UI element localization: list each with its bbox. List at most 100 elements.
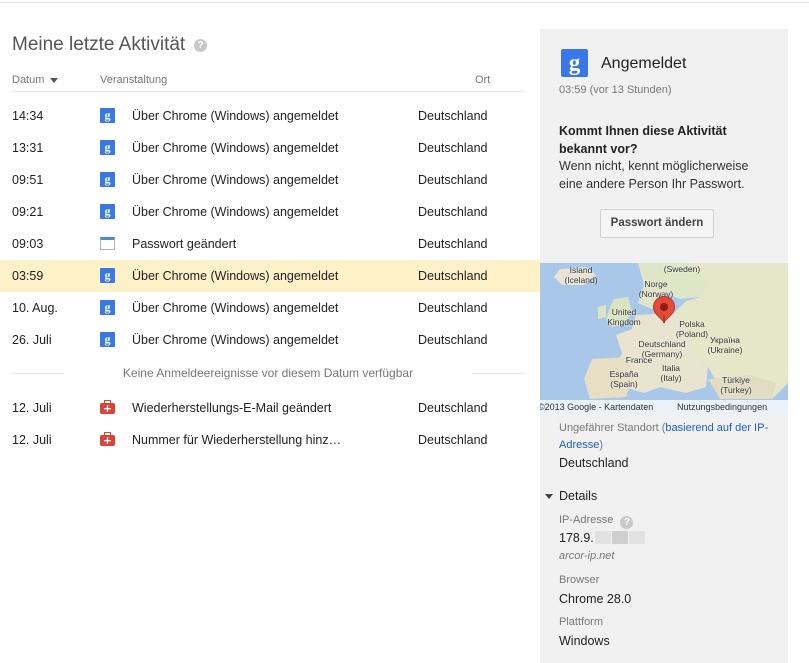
map-terms-link[interactable]: Nutzungsbedingungen <box>677 400 767 414</box>
google-icon: g <box>100 300 115 315</box>
table-row[interactable]: 14:34 g Über Chrome (Windows) angemeldet… <box>0 100 540 132</box>
row-location: Deutschland <box>418 401 488 415</box>
page-title: Meine letzte Aktivität ? <box>12 34 208 56</box>
google-icon: g <box>100 172 115 187</box>
location-label-end: ) <box>599 439 604 451</box>
browser-value: Chrome 28.0 <box>559 592 632 606</box>
table-row[interactable]: 10. Aug. g Über Chrome (Windows) angemel… <box>0 292 540 324</box>
help-icon[interactable]: ? <box>194 38 208 52</box>
row-event: Wiederherstellungs-E-Mail geändert <box>132 401 332 415</box>
column-header-event: Veranstaltung <box>100 74 168 86</box>
row-event: Über Chrome (Windows) angemeldet <box>132 205 339 219</box>
password-icon <box>100 236 115 250</box>
row-location: Deutschland <box>418 109 488 123</box>
row-time: 09:03 <box>12 237 44 251</box>
chevron-down-icon <box>545 493 553 499</box>
top-divider <box>0 2 809 3</box>
panel-title: Angemeldet <box>601 55 687 72</box>
google-icon: g <box>100 108 115 123</box>
row-time: 09:21 <box>12 205 44 219</box>
table-row[interactable]: 09:51 g Über Chrome (Windows) angemeldet… <box>0 164 540 196</box>
table-row[interactable]: 13:31 g Über Chrome (Windows) angemeldet… <box>0 132 540 164</box>
row-event: Über Chrome (Windows) angemeldet <box>132 301 339 315</box>
separator-line-right <box>472 373 524 374</box>
row-location: Deutschland <box>418 141 488 155</box>
row-time: 14:34 <box>12 109 44 123</box>
row-event: Über Chrome (Windows) angemeldet <box>132 109 339 123</box>
row-location: Deutschland <box>418 205 488 219</box>
recovery-icon <box>100 432 115 448</box>
sort-down-icon <box>50 78 59 83</box>
row-time: 10. Aug. <box>12 301 58 315</box>
map-label-spain: España (Spain) <box>609 369 639 389</box>
row-time: 12. Juli <box>12 433 52 447</box>
row-event: Nummer für Wiederherstellung hinz… <box>132 433 342 447</box>
ip-label-text: IP-Adresse <box>559 514 614 526</box>
map-copyright: ©2013 Google - Kartendaten <box>540 402 654 412</box>
table-row[interactable]: 12. Juli Nummer für Wiederherstellung hi… <box>0 424 540 456</box>
row-location: Deutschland <box>418 237 488 251</box>
platform-value: Windows <box>559 634 610 648</box>
map-label-uk: United Kingdom <box>607 307 641 327</box>
row-event: Über Chrome (Windows) angemeldet <box>132 333 339 347</box>
column-header-date[interactable]: Datum <box>12 74 59 86</box>
row-time: 12. Juli <box>12 401 52 415</box>
map-label-turkey: Türkiye (Turkey) <box>720 375 752 395</box>
change-password-button[interactable]: Passwort ändern <box>600 209 714 238</box>
row-location: Deutschland <box>418 269 488 283</box>
page-title-text: Meine letzte Aktivität <box>12 34 186 55</box>
location-label: Ungefährer Standort (basierend auf der I… <box>559 420 781 454</box>
panel-question: Kommt Ihnen diese Aktivität bekannt vor? <box>559 124 727 156</box>
map-label-italy: Italia (Italy) <box>660 363 682 383</box>
row-event: Über Chrome (Windows) angemeldet <box>132 269 339 283</box>
row-location: Deutschland <box>418 301 488 315</box>
recovery-icon <box>100 400 115 416</box>
table-row[interactable]: 26. Juli g Über Chrome (Windows) angemel… <box>0 324 540 356</box>
map-footer: ©2013 Google - Kartendaten Nutzungsbedin… <box>540 400 788 414</box>
ip-value: 178.9. <box>559 531 645 545</box>
header-divider <box>12 91 524 92</box>
location-label-text: Ungefährer Standort ( <box>559 422 666 434</box>
activity-table: 14:34 g Über Chrome (Windows) angemeldet… <box>0 100 540 456</box>
redacted-block <box>611 531 628 544</box>
row-location: Deutschland <box>418 433 488 447</box>
location-map[interactable]: Island (Iceland) (Sweden) Norge (Norway)… <box>540 263 788 414</box>
row-event: Über Chrome (Windows) angemeldet <box>132 141 339 155</box>
panel-question-sub: Wenn nicht, kennt möglicherweise eine an… <box>559 159 749 191</box>
table-row-selected[interactable]: 03:59 g Über Chrome (Windows) angemeldet… <box>0 260 540 292</box>
google-icon: g <box>100 140 115 155</box>
column-header-location: Ort <box>475 74 491 86</box>
map-label-norway: Norge (Norway) <box>638 279 674 299</box>
ip-label: IP-Adresse? <box>559 514 634 529</box>
row-time: 26. Juli <box>12 333 52 347</box>
location-value: Deutschland <box>559 456 629 470</box>
google-icon: g <box>100 332 115 347</box>
row-time: 13:31 <box>12 141 44 155</box>
ip-value-text: 178.9. <box>559 531 594 545</box>
row-event: Über Chrome (Windows) angemeldet <box>132 173 339 187</box>
no-events-separator: Keine Anmeldeereignisse vor diesem Datum… <box>0 356 540 392</box>
google-icon: g <box>561 49 588 77</box>
table-row[interactable]: 12. Juli Wiederherstellungs-E-Mail geänd… <box>0 392 540 424</box>
google-icon: g <box>100 268 115 283</box>
map-label-sweden: (Sweden) <box>663 264 701 274</box>
google-icon: g <box>100 204 115 219</box>
row-time: 03:59 <box>12 269 44 283</box>
details-label: Details <box>559 489 598 503</box>
map-label-ukraine: Україна (Ukraine) <box>707 335 743 355</box>
help-icon[interactable]: ? <box>620 516 634 529</box>
map-label-france: France <box>625 355 653 365</box>
panel-time: 03:59 (vor 13 Stunden) <box>559 84 672 96</box>
map-pin-tail <box>663 315 665 323</box>
map-label-iceland: Island (Iceland) <box>564 265 598 285</box>
ip-host: arcor-ip.net <box>559 550 615 562</box>
table-row[interactable]: 09:03 Passwort geändert Deutschland <box>0 228 540 260</box>
table-row[interactable]: 09:21 g Über Chrome (Windows) angemeldet… <box>0 196 540 228</box>
platform-label: Plattform <box>559 616 604 628</box>
separator-text: Keine Anmeldeereignisse vor diesem Datum… <box>122 366 414 380</box>
details-toggle[interactable]: Details <box>545 489 597 503</box>
browser-label: Browser <box>559 574 600 586</box>
row-location: Deutschland <box>418 333 488 347</box>
row-location: Deutschland <box>418 173 488 187</box>
redacted-block <box>594 531 611 544</box>
